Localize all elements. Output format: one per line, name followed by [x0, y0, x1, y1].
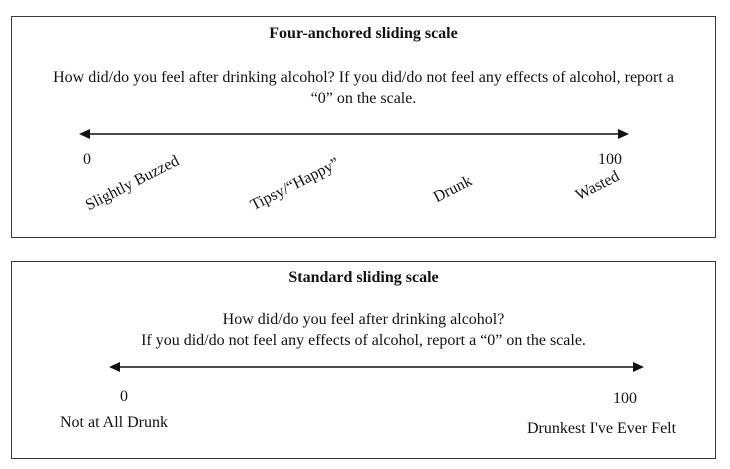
- anchor-not-at-all-drunk: Not at All Drunk: [60, 414, 168, 431]
- standard-question-line2: If you did/do not feel any effects of al…: [141, 332, 586, 349]
- standard-scale-title: Standard sliding scale: [288, 269, 439, 286]
- four-anchored-min-label: 0: [83, 151, 91, 168]
- standard-question-line1: How did/do you feel after drinking alcoh…: [222, 311, 505, 328]
- four-anchored-question-line2: “0” on the scale.: [310, 90, 417, 107]
- right-arrowhead-icon: [618, 129, 629, 139]
- four-anchored-max-label: 100: [598, 151, 622, 168]
- standard-min-label: 0: [120, 388, 128, 405]
- anchor-slightly-buzzed: Slightly Buzzed: [82, 152, 183, 215]
- anchor-tipsy-happy: Tipsy/“Happy”: [247, 154, 343, 215]
- four-anchored-question-line1: How did/do you feel after drinking alcoh…: [53, 69, 674, 86]
- left-arrowhead-icon: [79, 129, 90, 139]
- standard-scale-panel: Standard sliding scale How did/do you fe…: [11, 261, 716, 459]
- four-anchored-scale-title: Four-anchored sliding scale: [269, 25, 458, 42]
- anchor-wasted: Wasted: [572, 167, 623, 205]
- anchor-drunk: Drunk: [430, 172, 475, 207]
- anchor-drunkest-ever-felt: Drunkest I've Ever Felt: [527, 420, 677, 437]
- left-arrowhead-icon: [109, 362, 120, 372]
- four-anchored-scale-arrow[interactable]: [79, 127, 629, 141]
- standard-max-label: 100: [613, 390, 637, 407]
- standard-scale-arrow[interactable]: [109, 360, 644, 374]
- four-anchored-scale-panel: Four-anchored sliding scale How did/do y…: [11, 16, 716, 238]
- right-arrowhead-icon: [633, 362, 644, 372]
